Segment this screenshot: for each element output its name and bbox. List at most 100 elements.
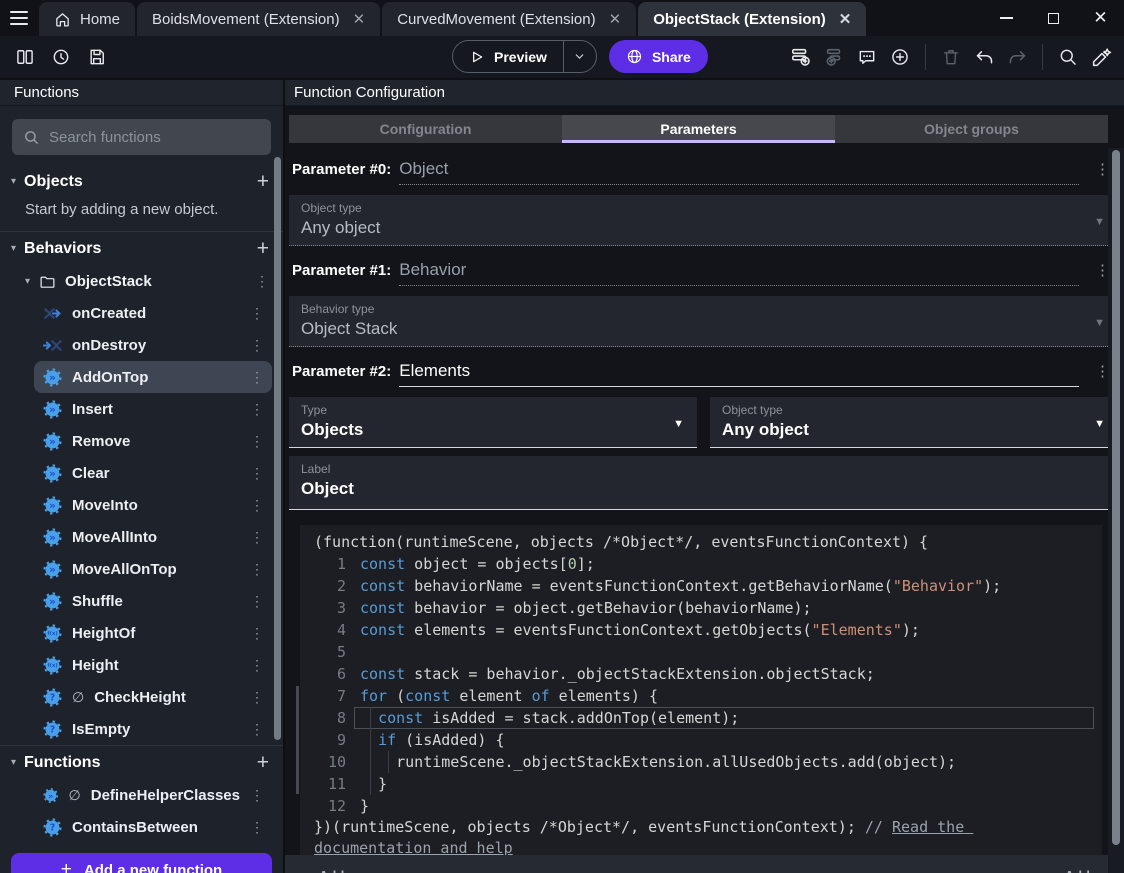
preview-options-button[interactable]	[564, 50, 596, 63]
code-line-8[interactable]: 8 const isAdded = stack.addOnTop(element…	[310, 707, 1098, 729]
clipped-add-button[interactable]: Add	[319, 868, 344, 873]
kebab-menu-icon[interactable]: ⋮	[250, 626, 264, 640]
sidebar-scrollbar[interactable]	[274, 157, 281, 740]
close-tab-icon[interactable]: ✕	[605, 10, 622, 28]
kebab-menu-icon[interactable]: ⋮	[250, 690, 264, 704]
add-element-button[interactable]	[887, 44, 913, 70]
kebab-menu-icon[interactable]: ⋮	[250, 530, 264, 544]
kebab-menu-icon[interactable]: ⋮	[250, 658, 264, 672]
parameter-name-field[interactable]: Elements	[399, 361, 1079, 387]
kebab-menu-icon[interactable]: ⋮	[250, 722, 264, 736]
function-item-definehelperclasses[interactable]: » ∅ DefineHelperClasses ⋮	[34, 779, 272, 811]
add-comment-button[interactable]	[854, 44, 880, 70]
type-select[interactable]: Type Objects ▼	[289, 397, 697, 448]
behavior-type-select[interactable]: Behavior type Object Stack ▼	[289, 296, 1118, 347]
section-functions[interactable]: ▾ Functions +	[0, 746, 283, 779]
editor-left-handle[interactable]	[296, 686, 299, 794]
kebab-menu-icon[interactable]: ⋮	[250, 338, 264, 352]
save-button[interactable]	[84, 44, 110, 70]
minimize-button[interactable]	[983, 0, 1030, 36]
function-item-clear[interactable]: » Clear ⋮	[34, 457, 272, 489]
section-behaviors[interactable]: ▾ Behaviors +	[0, 232, 283, 265]
kebab-menu-icon[interactable]: ⋮	[250, 466, 264, 480]
object-type-select-2[interactable]: Object type Any object ▼	[710, 397, 1118, 448]
tab-objectstack[interactable]: ObjectStack (Extension) ✕	[638, 2, 867, 36]
tab-configuration[interactable]: Configuration	[289, 115, 562, 143]
function-item-isempty[interactable]: ? IsEmpty ⋮	[34, 713, 272, 745]
function-item-heightof[interactable]: f(x) HeightOf ⋮	[34, 617, 272, 649]
function-item-shuffle[interactable]: » Shuffle ⋮	[34, 585, 272, 617]
search-functions-box[interactable]	[12, 119, 271, 155]
function-item-insert[interactable]: » Insert ⋮	[34, 393, 272, 425]
object-type-select[interactable]: Object type Any object ▼	[289, 195, 1118, 246]
preview-button[interactable]: Preview	[453, 49, 563, 65]
function-item-remove[interactable]: » Remove ⋮	[34, 425, 272, 457]
project-manager-button[interactable]	[12, 44, 38, 70]
close-button[interactable]: ✕	[1077, 0, 1124, 36]
undo-button[interactable]	[971, 44, 997, 70]
code-line-10[interactable]: 10 runtimeScene._objectStackExtension.al…	[310, 751, 1098, 773]
code-line-12[interactable]: 12}	[310, 795, 1098, 817]
function-item-oncreated[interactable]: onCreated ⋮	[34, 297, 272, 329]
function-item-moveallinto[interactable]: » MoveAllInto ⋮	[34, 521, 272, 553]
preview-split-button[interactable]: Preview	[452, 40, 597, 73]
edit-extension-button[interactable]	[1088, 44, 1114, 70]
kebab-menu-icon[interactable]: ⋮	[250, 370, 264, 384]
clipped-add-button[interactable]: Add	[1065, 868, 1090, 873]
close-tab-icon[interactable]: ✕	[349, 10, 366, 28]
search-input[interactable]	[49, 128, 260, 146]
search-events-button[interactable]	[1055, 44, 1081, 70]
kebab-menu-icon[interactable]: ⋮	[250, 788, 264, 802]
share-button[interactable]: Share	[608, 40, 708, 73]
kebab-menu-icon[interactable]: ⋮	[250, 820, 264, 834]
main-scrollbar-track[interactable]	[1108, 148, 1124, 873]
function-item-ondestroy[interactable]: onDestroy ⋮	[34, 329, 272, 361]
behavior-group-objectstack[interactable]: ▾ ObjectStack ⋮	[0, 265, 283, 297]
redo-button[interactable]	[1004, 44, 1030, 70]
tab-curvedmovement[interactable]: CurvedMovement (Extension) ✕	[382, 2, 637, 36]
parameter-name-field[interactable]: Object	[399, 159, 1079, 185]
tab-home[interactable]: Home	[39, 2, 136, 36]
code-line-11[interactable]: 11 }	[310, 773, 1098, 795]
kebab-menu-icon[interactable]: ⋮	[250, 306, 264, 320]
kebab-menu-icon[interactable]: ⋮	[250, 498, 264, 512]
code-line-1[interactable]: 1 const object = objects[0];	[310, 553, 1098, 575]
kebab-menu-icon[interactable]: ⋮	[250, 562, 264, 576]
code-line-9[interactable]: 9 if (isAdded) {	[310, 729, 1098, 751]
add-subevent-button[interactable]	[821, 44, 847, 70]
function-item-checkheight[interactable]: ? ∅ CheckHeight ⋮	[34, 681, 272, 713]
parameter-name-field[interactable]: Behavior	[399, 260, 1079, 286]
tab-parameters[interactable]: Parameters	[562, 115, 835, 143]
tab-boidsmovement[interactable]: BoidsMovement (Extension) ✕	[137, 2, 381, 36]
add-function-plus-button[interactable]: +	[257, 752, 269, 773]
main-menu-button[interactable]	[0, 0, 38, 36]
main-scrollbar-thumb[interactable]	[1112, 150, 1120, 845]
close-tab-icon[interactable]: ✕	[835, 10, 852, 28]
kebab-menu-icon[interactable]: ⋮	[250, 594, 264, 608]
code-line-5[interactable]: 5	[310, 641, 1098, 663]
delete-button[interactable]	[938, 44, 964, 70]
add-object-button[interactable]: +	[257, 171, 269, 192]
label-field[interactable]: Label Object	[289, 456, 1118, 510]
code-line-4[interactable]: 4 const elements = eventsFunctionContext.…	[310, 619, 1098, 641]
function-item-containsbetween[interactable]: ? ContainsBetween ⋮	[34, 811, 272, 843]
add-new-function-button[interactable]: + Add a new function	[11, 853, 272, 873]
function-item-height[interactable]: f(x) Height ⋮	[34, 649, 272, 681]
kebab-menu-icon[interactable]: ⋮	[250, 402, 264, 416]
code-line-2[interactable]: 2 const behaviorName = eventsFunctionCont…	[310, 575, 1098, 597]
code-line-7[interactable]: 7 for (const element of elements) {	[310, 685, 1098, 707]
function-item-addontop[interactable]: » AddOnTop ⋮	[34, 361, 272, 393]
javascript-code-editor[interactable]: (function(runtimeScene, objects /*Object…	[300, 525, 1102, 873]
tab-object-groups[interactable]: Object groups	[835, 115, 1108, 143]
maximize-button[interactable]	[1030, 0, 1077, 36]
add-event-button[interactable]	[788, 44, 814, 70]
kebab-menu-icon[interactable]: ⋮	[250, 434, 264, 448]
code-line-6[interactable]: 6 const stack = behavior._objectStackExte…	[310, 663, 1098, 685]
function-item-moveallontop[interactable]: » MoveAllOnTop ⋮	[34, 553, 272, 585]
code-line-3[interactable]: 3 const behavior = object.getBehavior(beh…	[310, 597, 1098, 619]
history-button[interactable]	[48, 44, 74, 70]
function-item-moveinto[interactable]: » MoveInto ⋮	[34, 489, 272, 521]
add-behavior-button[interactable]: +	[257, 238, 269, 259]
kebab-menu-icon[interactable]: ⋮	[255, 274, 269, 288]
section-objects[interactable]: ▾ Objects +	[0, 165, 283, 198]
